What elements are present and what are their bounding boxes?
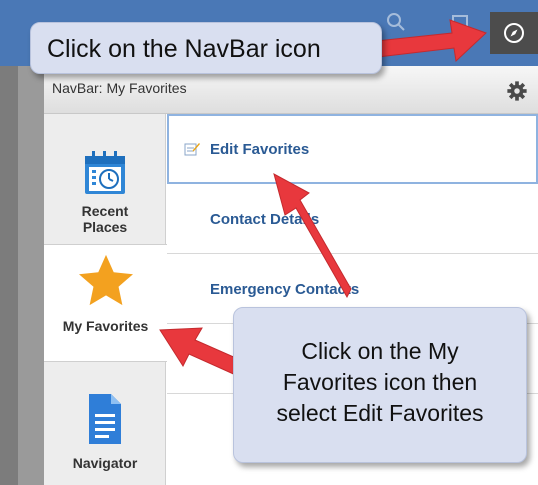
screenshot-frame: NavBar: My Favorites Recent Places My Fa… [0,0,538,485]
list-item-label: Contact Details [210,211,320,228]
gear-icon[interactable] [506,80,528,102]
tile-label-line2: Places [82,219,128,235]
tile-label-line1: Recent [81,203,129,219]
callout-navbar-instruction: Click on the NavBar icon [30,22,382,74]
background-page-edge-light [18,66,44,485]
navbar-button[interactable] [490,12,538,54]
list-item-contact-details[interactable]: Contact Details [167,184,538,254]
document-icon [89,394,121,444]
tile-label: Navigator [72,455,138,471]
callout-favorites-instruction: Click on the My Favorites icon then sele… [233,307,527,463]
callout-line: select Edit Favorites [276,400,484,426]
star-icon [78,254,133,306]
search-icon[interactable] [384,10,408,34]
tile-my-favorites[interactable]: My Favorites [44,244,167,362]
navbar-tiles: Recent Places My Favorites Navigator [44,114,167,485]
list-item-edit-favorites[interactable]: Edit Favorites [167,114,538,184]
notification-icon[interactable] [448,10,472,34]
tile-navigator[interactable]: Navigator [44,362,166,485]
tile-recent-places[interactable]: Recent Places [44,114,166,244]
tile-label: My Favorites [62,318,149,334]
calendar-clock-icon [85,151,125,194]
edit-icon [184,143,200,156]
callout-line: Favorites icon then [282,369,478,395]
list-item-label: Edit Favorites [210,141,310,158]
compass-icon [504,23,524,43]
panel-title: NavBar: My Favorites [52,80,187,96]
list-item-label: Emergency Contacts [210,281,360,298]
callout-line: Click on the My [301,338,459,364]
